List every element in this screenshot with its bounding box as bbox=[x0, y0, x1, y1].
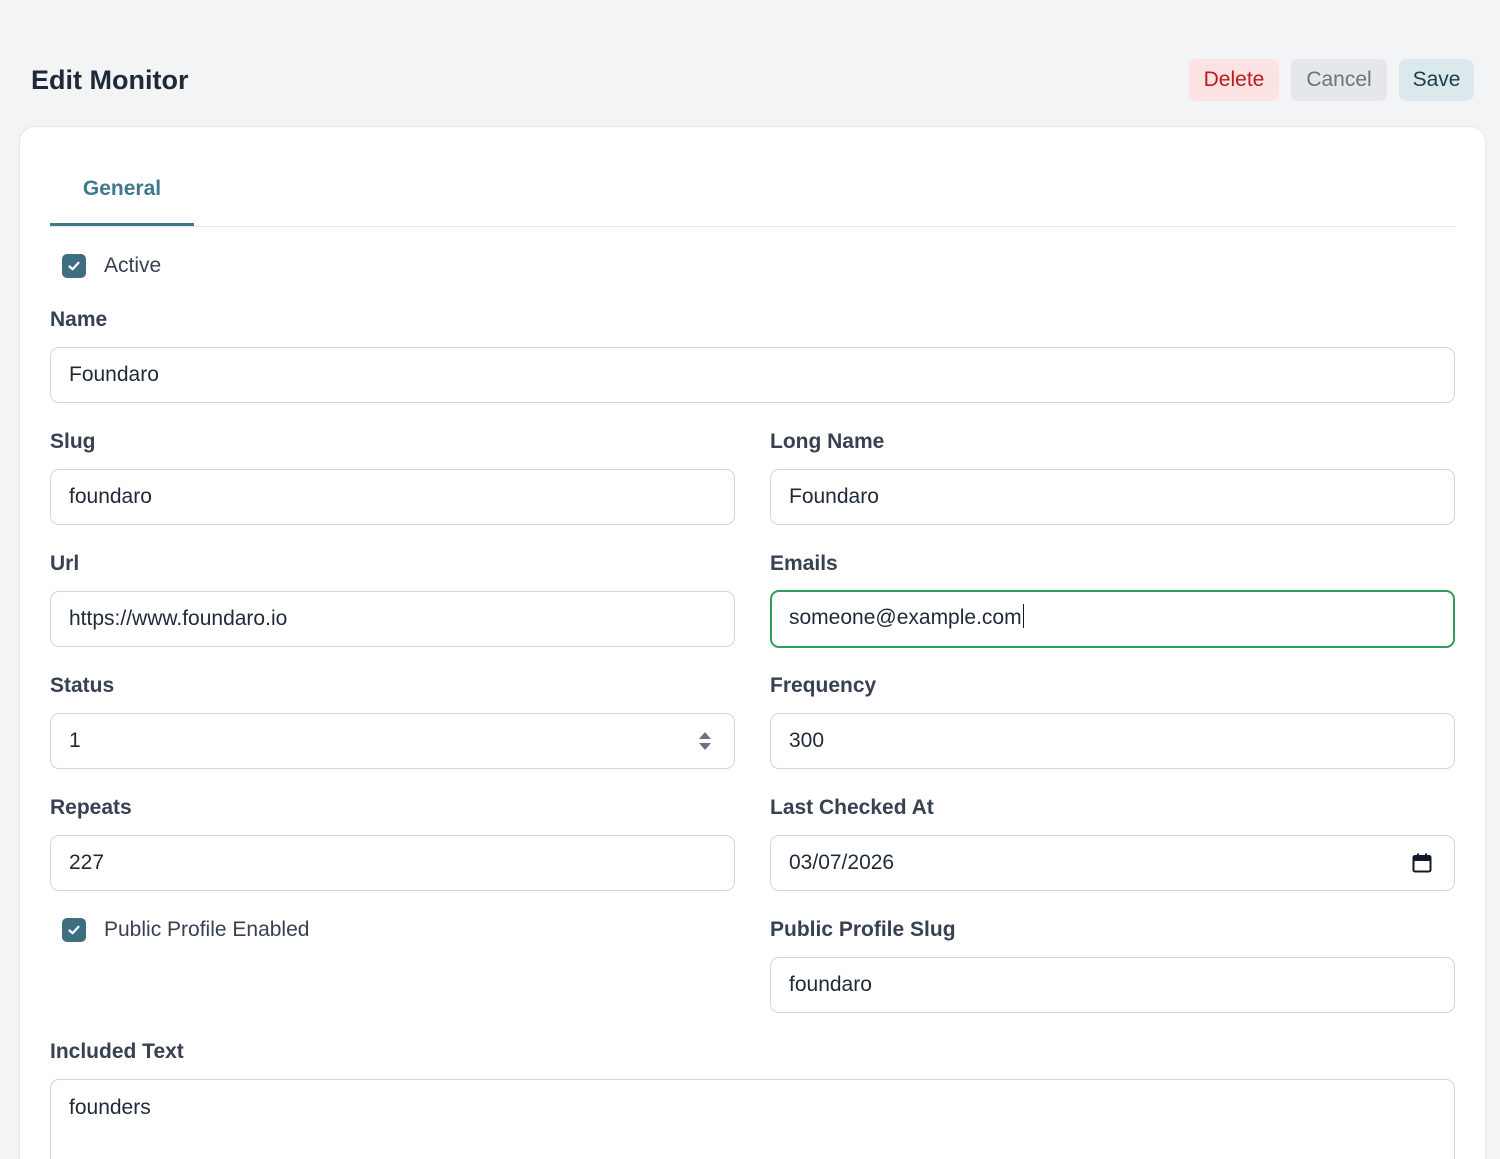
edit-monitor-page: Edit Monitor Delete Cancel Save General … bbox=[0, 0, 1500, 1159]
check-icon bbox=[68, 261, 80, 271]
included-text-textarea[interactable]: founders bbox=[50, 1079, 1455, 1159]
status-input[interactable]: 1 bbox=[50, 713, 735, 769]
last-checked-at-value: 03/07/2026 bbox=[789, 851, 895, 874]
public-profile-slug-label: Public Profile Slug bbox=[770, 918, 956, 941]
calendar-icon[interactable] bbox=[1412, 853, 1432, 873]
included-text-label: Included Text bbox=[50, 1040, 184, 1063]
frequency-input[interactable]: 300 bbox=[770, 713, 1455, 769]
last-checked-at-label: Last Checked At bbox=[770, 796, 934, 819]
check-icon bbox=[68, 925, 80, 935]
slug-label: Slug bbox=[50, 430, 96, 453]
repeats-label: Repeats bbox=[50, 796, 132, 819]
delete-button[interactable]: Delete bbox=[1189, 59, 1279, 101]
public-profile-enabled-label: Public Profile Enabled bbox=[104, 918, 310, 941]
spinner-arrows-icon[interactable] bbox=[698, 729, 712, 753]
active-checkbox-row: Active bbox=[62, 252, 161, 280]
emails-label: Emails bbox=[770, 552, 838, 575]
name-input[interactable]: Foundaro bbox=[50, 347, 1455, 403]
long-name-label: Long Name bbox=[770, 430, 885, 453]
name-label: Name bbox=[50, 308, 108, 331]
active-label: Active bbox=[104, 254, 162, 277]
page-title: Edit Monitor bbox=[31, 65, 189, 95]
url-input[interactable]: https://www.foundaro.io bbox=[50, 591, 735, 647]
status-label: Status bbox=[50, 674, 115, 697]
emails-input[interactable]: someone@example.com bbox=[770, 590, 1455, 648]
url-label: Url bbox=[50, 552, 80, 575]
repeats-input[interactable]: 227 bbox=[50, 835, 735, 891]
cancel-button[interactable]: Cancel bbox=[1291, 59, 1387, 101]
last-checked-at-input[interactable]: 03/07/2026 bbox=[770, 835, 1455, 891]
long-name-input[interactable]: Foundaro bbox=[770, 469, 1455, 525]
tab-bar: General bbox=[50, 160, 1455, 227]
tab-general[interactable]: General bbox=[50, 160, 194, 226]
text-caret bbox=[1022, 604, 1025, 629]
emails-value: someone@example.com bbox=[789, 606, 1022, 629]
public-profile-enabled-checkbox[interactable] bbox=[62, 918, 86, 942]
public-profile-slug-input[interactable]: foundaro bbox=[770, 957, 1455, 1013]
status-value: 1 bbox=[69, 729, 81, 752]
save-button[interactable]: Save bbox=[1399, 59, 1474, 101]
active-checkbox[interactable] bbox=[62, 254, 86, 278]
slug-input[interactable]: foundaro bbox=[50, 469, 735, 525]
public-profile-enabled-row: Public Profile Enabled bbox=[62, 916, 309, 944]
frequency-label: Frequency bbox=[770, 674, 877, 697]
page-header: Edit Monitor Delete Cancel Save bbox=[0, 0, 1500, 126]
